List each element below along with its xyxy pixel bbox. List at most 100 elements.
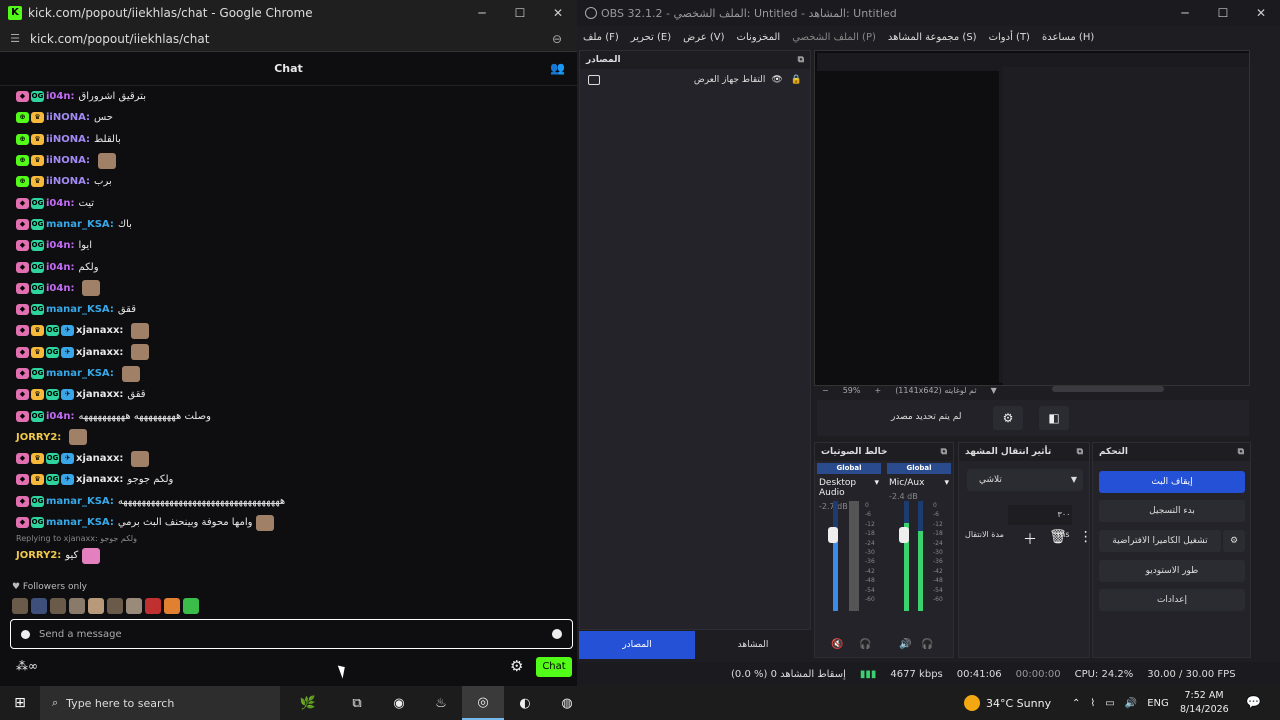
site-info-icon[interactable]: ☰ [0, 32, 30, 45]
og-badge-icon[interactable]: OG [31, 410, 44, 422]
sub-badge-icon[interactable]: ◆ [16, 517, 29, 529]
tab-scenes[interactable]: المشاهد [695, 631, 811, 659]
steam-icon[interactable]: ♨ [420, 696, 462, 711]
volume-fader-mic[interactable] [899, 527, 909, 543]
og-badge-icon[interactable]: OG [31, 495, 44, 507]
menu-file[interactable]: ملف (F) [583, 32, 619, 43]
green-badge-icon[interactable]: ⊕ [16, 155, 29, 167]
obs-maximize-button[interactable]: ☐ [1204, 6, 1242, 20]
network-icon[interactable]: ⌇ [1090, 698, 1095, 709]
crown-badge-icon[interactable]: ♛ [31, 325, 44, 337]
crown-badge-icon[interactable]: ♛ [31, 133, 44, 145]
og-badge-icon[interactable]: OG [31, 368, 44, 379]
message-input[interactable]: Send a message [10, 619, 573, 649]
sub-badge-icon[interactable]: ◆ [16, 91, 29, 103]
og-badge-icon[interactable]: OG [31, 261, 44, 273]
sub-badge-icon[interactable]: ◆ [16, 218, 29, 230]
sub-badge-icon[interactable]: ◆ [16, 453, 29, 465]
transition-select[interactable]: تلاشي ▼ [967, 469, 1083, 491]
og-badge-icon[interactable]: OG [31, 304, 44, 316]
add-transition-icon[interactable]: ＋ [1023, 529, 1037, 549]
og-badge-icon[interactable]: OG [31, 91, 44, 103]
sub-badge-icon[interactable]: ◆ [16, 304, 29, 316]
preview-canvas[interactable] [814, 50, 1250, 386]
crown-badge-icon[interactable]: ♛ [31, 155, 44, 167]
volume-icon[interactable]: 🔊 [1125, 698, 1137, 709]
source-filters-icon[interactable]: ◧ [1039, 406, 1069, 430]
obs-close-button[interactable]: ✕ [1242, 6, 1280, 20]
undock-icon[interactable]: ⧉ [1077, 447, 1083, 457]
settings-button[interactable]: إعدادات [1099, 589, 1245, 611]
sub-badge-icon[interactable]: ◆ [16, 346, 29, 358]
obs-icon[interactable]: ◍ [546, 696, 588, 711]
monitor-off-icon[interactable]: 🎧 [859, 639, 871, 650]
source-item[interactable]: التقاط جهاز العرض 👁 🔒 [580, 69, 810, 91]
sub-badge-icon[interactable]: ◆ [16, 474, 29, 486]
visibility-eye-icon[interactable]: 👁 [771, 75, 782, 85]
og-badge-icon[interactable]: OG [31, 218, 44, 230]
avatar[interactable] [12, 598, 28, 614]
chat-username[interactable]: xjanaxx: [76, 474, 123, 485]
taskbar-search[interactable]: ⌕ Type here to search [40, 686, 280, 720]
og-badge-icon[interactable]: OG [46, 325, 59, 337]
og-badge-icon[interactable]: OG [46, 346, 59, 358]
close-button[interactable]: ✕ [539, 6, 577, 20]
crown-badge-icon[interactable]: ♛ [31, 389, 44, 401]
chat-username[interactable]: i04n: [46, 198, 74, 209]
weather-widget[interactable]: 34°C Sunny [964, 686, 1051, 720]
green-badge-icon[interactable]: ⊕ [16, 112, 29, 124]
crown-badge-icon[interactable]: ♛ [31, 453, 44, 465]
vip-badge-icon[interactable]: ✈ [61, 346, 74, 358]
crown-badge-icon[interactable]: ♛ [31, 176, 44, 188]
sub-badge-icon[interactable]: ◆ [16, 240, 29, 252]
menu-docks[interactable]: المخزونات [737, 32, 781, 43]
menu-edit[interactable]: تحرير (E) [631, 32, 671, 43]
tray-expand-icon[interactable]: ⌃ [1072, 698, 1080, 709]
avatar[interactable] [145, 598, 161, 614]
chat-username[interactable]: JORRY2: [16, 432, 61, 443]
menu-scene-collection[interactable]: مجموعة المشاهد (S) [888, 32, 977, 43]
sub-badge-icon[interactable]: ◆ [16, 410, 29, 422]
avatar[interactable] [164, 598, 180, 614]
notifications-icon[interactable]: 💬 [1246, 695, 1261, 709]
chat-username[interactable]: xjanaxx: [76, 389, 123, 400]
green-badge-icon[interactable]: ⊕ [16, 176, 29, 188]
chat-username[interactable]: iiNONA: [46, 134, 90, 145]
search-highlight-icon[interactable]: 🌿 [280, 696, 336, 711]
edge-icon[interactable]: ◉ [378, 696, 420, 711]
url-field[interactable]: kick.com/popout/iiekhlas/chat [30, 32, 537, 46]
chat-username[interactable]: i04n: [46, 411, 74, 422]
volume-fader-desktop[interactable] [828, 527, 838, 543]
chat-username[interactable]: iiNONA: [46, 112, 90, 123]
crown-badge-icon[interactable]: ♛ [31, 112, 44, 124]
og-badge-icon[interactable]: OG [46, 453, 59, 465]
menu-profile[interactable]: الملف الشخصي (P) [792, 32, 876, 43]
vip-badge-icon[interactable]: ✈ [61, 474, 74, 486]
chat-username[interactable]: i04n: [46, 283, 74, 294]
language-indicator[interactable]: ENG [1147, 698, 1169, 709]
task-view-icon[interactable]: ⧉ [336, 696, 378, 711]
channel-name[interactable]: Desktop Audio ▾ [817, 478, 881, 498]
chat-username[interactable]: JORRY2: [16, 550, 61, 561]
undock-icon[interactable]: ⧉ [798, 55, 804, 65]
chat-username[interactable]: xjanaxx: [76, 347, 123, 358]
users-icon[interactable]: 👥 [550, 61, 565, 75]
menu-help[interactable]: مساعدة (H) [1042, 32, 1094, 43]
preview-scrollbar[interactable] [1052, 386, 1164, 392]
zoom-out-button[interactable]: − [822, 386, 829, 395]
og-badge-icon[interactable]: OG [31, 517, 44, 529]
source-properties-gear-icon[interactable]: ⚙ [993, 406, 1023, 430]
maximize-button[interactable]: ☐ [501, 6, 539, 20]
stop-streaming-button[interactable]: إيقاف البث [1099, 471, 1245, 493]
avatar[interactable] [69, 598, 85, 614]
og-badge-icon[interactable]: OG [31, 240, 44, 252]
sub-badge-icon[interactable]: ◆ [16, 495, 29, 507]
headphones-icon[interactable]: 🎧 [921, 639, 933, 650]
og-badge-icon[interactable]: OG [31, 282, 44, 294]
chat-send-button[interactable]: Chat [536, 657, 572, 677]
trash-icon[interactable]: 🗑 [1049, 529, 1067, 549]
gear-icon[interactable]: ⚙ [510, 657, 523, 675]
crown-badge-icon[interactable]: ♛ [31, 346, 44, 358]
battery-icon[interactable]: ▭ [1105, 698, 1114, 709]
lock-icon[interactable]: 🔒 [791, 75, 802, 85]
